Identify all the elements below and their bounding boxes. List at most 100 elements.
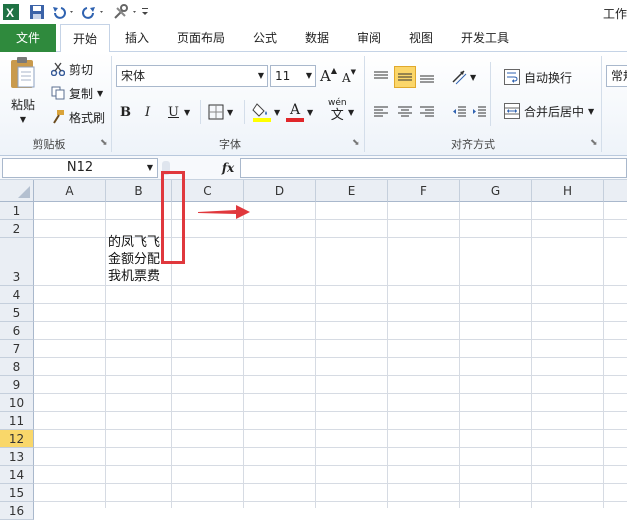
worksheet-grid[interactable]: A B C D E F G H 1 2 3 4 5 6 7 8 9 10 11 … [0,180,627,520]
paste-button[interactable]: 粘贴 ▼ [6,56,40,130]
dialog-launcher-icon[interactable]: ⬊ [100,138,108,148]
row-header-9[interactable]: 9 [0,376,34,394]
italic-button[interactable]: I [145,102,161,122]
gridline [34,285,627,286]
font-name-combo[interactable]: 宋体 ▼ [116,65,268,87]
row-header-15[interactable]: 15 [0,484,34,502]
alignment-group-label: 对齐方式 [451,138,495,151]
paste-label: 粘贴 [10,98,35,112]
gridline [387,202,388,508]
format-painter-button[interactable]: 格式刷 [50,108,105,126]
row-header-4[interactable]: 4 [0,286,34,304]
merge-center-button[interactable]: 合并后居中 ▼ [504,101,594,121]
copy-button[interactable]: 复制 ▼ [50,84,103,102]
row-header-5[interactable]: 5 [0,304,34,322]
phonetic-button[interactable]: wén 文 [328,98,347,124]
insert-function-button[interactable]: fx [218,158,238,178]
gridline [34,447,627,448]
align-left-button[interactable] [374,103,390,121]
align-top-button[interactable] [374,68,390,86]
column-header-i[interactable] [604,180,627,202]
dialog-launcher-icon[interactable]: ⬊ [590,138,598,148]
font-group-label: 字体 [219,138,241,151]
tab-page-layout[interactable]: 页面布局 [168,24,234,52]
tab-data[interactable]: 数据 [296,24,338,52]
tab-review[interactable]: 审阅 [348,24,390,52]
column-header-h[interactable]: H [532,180,604,202]
increase-indent-button[interactable] [472,103,488,121]
font-color-icon: A [286,102,304,122]
align-right-button[interactable] [420,103,436,121]
row-header-16[interactable]: 16 [0,502,34,520]
customize-qat-icon[interactable] [140,3,150,21]
column-header-g[interactable]: G [460,180,532,202]
borders-button[interactable]: ▼ [208,102,233,122]
row-header-13[interactable]: 13 [0,448,34,466]
align-center-button[interactable] [398,103,414,121]
decrease-indent-button[interactable] [452,103,468,121]
tab-insert[interactable]: 插入 [116,24,158,52]
formula-input[interactable] [240,158,627,178]
tab-formulas[interactable]: 公式 [244,24,286,52]
chevron-down-icon[interactable]: ▼ [184,108,190,117]
tab-developer[interactable]: 开发工具 [452,24,518,52]
row-header-8[interactable]: 8 [0,358,34,376]
align-middle-icon [398,73,412,81]
chevron-down-icon: ▼ [305,71,312,80]
ribbon-tabs: 文件 开始 插入 页面布局 公式 数据 审阅 视图 开发工具 [0,24,627,55]
column-header-e[interactable]: E [316,180,388,202]
column-header-a[interactable]: A [34,180,106,202]
cut-label: 剪切 [69,62,94,77]
cut-button[interactable]: 剪切 [50,60,93,78]
number-format-combo[interactable]: 常规 [606,65,627,87]
wrap-text-button[interactable]: 自动换行 [504,67,572,87]
row-header-7[interactable]: 7 [0,340,34,358]
svg-text:X: X [6,6,14,20]
gridline [243,202,244,508]
tab-view[interactable]: 视图 [400,24,442,52]
row-header-3[interactable]: 3 [0,238,34,286]
row-header-1[interactable]: 1 [0,202,34,220]
row-header-11[interactable]: 11 [0,412,34,430]
align-center-icon [398,106,412,117]
name-box[interactable]: N12 ▼ [2,158,158,178]
row-header-6[interactable]: 6 [0,322,34,340]
grow-font-button[interactable]: A ▲ [320,66,338,86]
tools-icon[interactable] [112,3,140,21]
font-color-button[interactable]: A ▼ [286,100,313,124]
chevron-down-icon[interactable]: ▼ [348,108,354,117]
gridline [531,202,532,508]
redo-icon[interactable] [80,3,106,21]
fill-color-icon [252,103,271,122]
clipboard-group-label: 剪贴板 [32,138,66,151]
dialog-launcher-icon[interactable]: ⬊ [352,138,360,148]
gridline [34,483,627,484]
select-all-corner[interactable] [0,180,34,202]
chevron-down-icon: ▼ [257,71,264,80]
cell-b3[interactable]: 的凤飞飞 金额分配 我机票费 [108,234,160,285]
fill-color-button[interactable]: ▼ [252,100,280,124]
copy-label: 复制 [69,86,94,101]
shrink-font-button[interactable]: A ▼ [342,68,358,88]
tab-home[interactable]: 开始 [60,24,110,55]
align-middle-button[interactable] [394,66,416,88]
tab-file[interactable]: 文件 [0,24,56,52]
bold-button[interactable]: B [120,102,136,122]
save-icon[interactable] [28,3,46,21]
column-header-d[interactable]: D [244,180,316,202]
chevron-down-icon: ▼ [146,163,153,172]
row-header-14[interactable]: 14 [0,466,34,484]
row-header-10[interactable]: 10 [0,394,34,412]
chevron-down-icon: ▼ [19,115,27,124]
align-bottom-button[interactable] [420,68,436,86]
column-header-f[interactable]: F [388,180,460,202]
underline-button[interactable]: U [168,102,182,122]
row-header-2[interactable]: 2 [0,220,34,238]
format-painter-icon [50,110,66,124]
group-separator [601,56,602,152]
font-size-combo[interactable]: 11 ▼ [270,65,316,87]
undo-icon[interactable] [50,3,76,21]
row-header-12[interactable]: 12 [0,430,34,448]
gridline [34,375,627,376]
orientation-button[interactable]: ▼ [450,66,476,88]
